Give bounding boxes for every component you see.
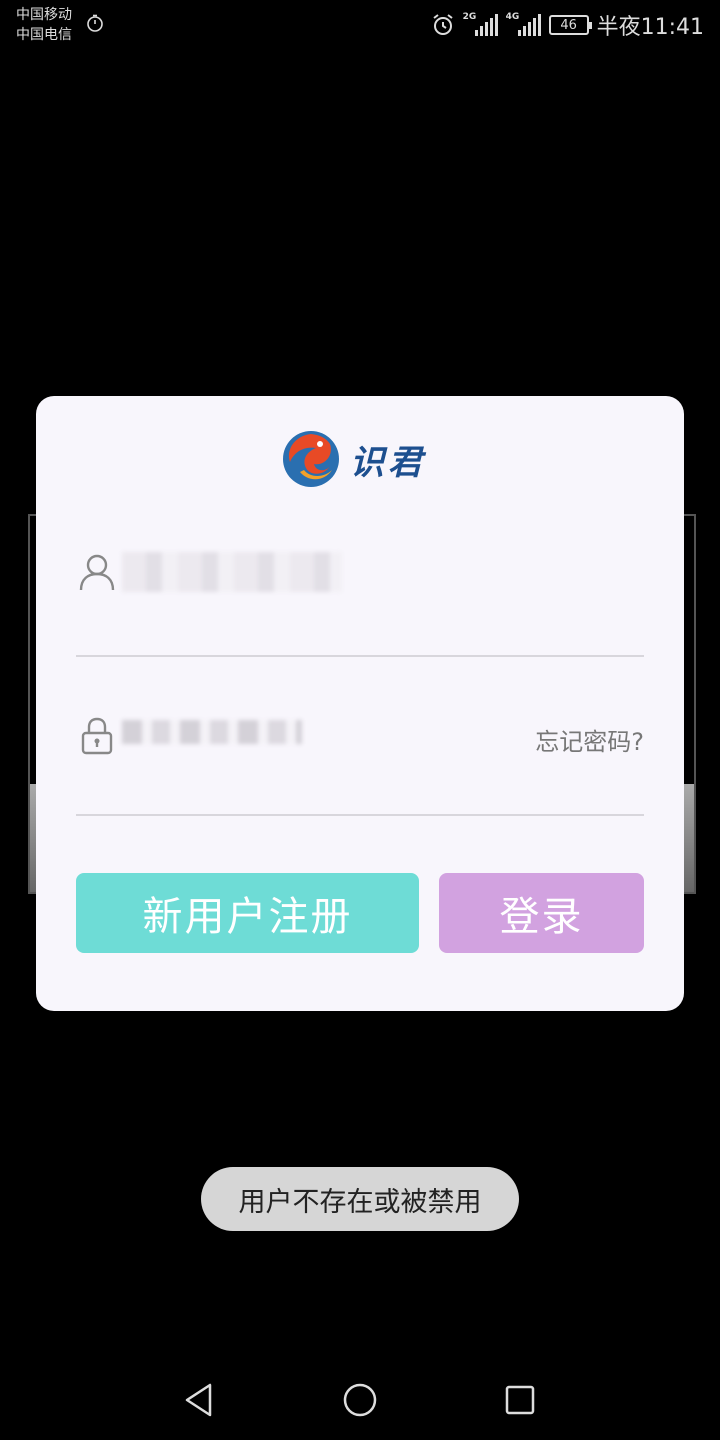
navigation-bar <box>0 1360 720 1440</box>
status-bar: 中国移动 中国电信 2G 4G 46 半夜11:41 <box>0 0 720 50</box>
carrier-info: 中国移动 中国电信 <box>16 5 72 45</box>
lock-icon <box>81 717 113 755</box>
signal-4g: 4G <box>505 12 541 36</box>
timer-icon <box>87 14 103 32</box>
alarm-icon <box>432 14 453 35</box>
battery-indicator: 46 <box>548 15 592 35</box>
register-button[interactable]: 新用户注册 <box>76 873 419 953</box>
login-dialog: 识君 忘记密码? 新用户注册 登录 <box>36 396 684 1011</box>
carrier-1: 中国移动 <box>16 7 72 23</box>
username-input[interactable] <box>122 552 342 592</box>
recent-apps-icon[interactable] <box>500 1380 540 1420</box>
login-button[interactable]: 登录 <box>439 873 644 953</box>
background-strip-right <box>684 784 694 892</box>
logo-mark-icon <box>283 431 339 487</box>
toast-message: 用户不存在或被禁用 <box>201 1167 519 1231</box>
signal-2g: 2G <box>462 12 498 36</box>
status-icons: 2G 4G 46 半夜11:41 <box>431 10 704 40</box>
password-field[interactable]: 忘记密码? <box>76 686 644 816</box>
back-icon[interactable] <box>180 1380 220 1420</box>
home-icon[interactable] <box>340 1380 380 1420</box>
signal-4g-tag: 4G <box>505 12 520 22</box>
signal-2g-tag: 2G <box>462 12 477 22</box>
app-logo: 识君 <box>280 426 426 492</box>
user-icon <box>79 554 115 591</box>
password-input[interactable] <box>122 720 302 744</box>
username-field[interactable] <box>76 526 644 657</box>
status-time: 半夜11:41 <box>596 15 704 40</box>
carrier-2: 中国电信 <box>16 27 72 43</box>
logo-text: 识君 <box>350 442 426 483</box>
forgot-password-link[interactable]: 忘记密码? <box>535 722 644 757</box>
